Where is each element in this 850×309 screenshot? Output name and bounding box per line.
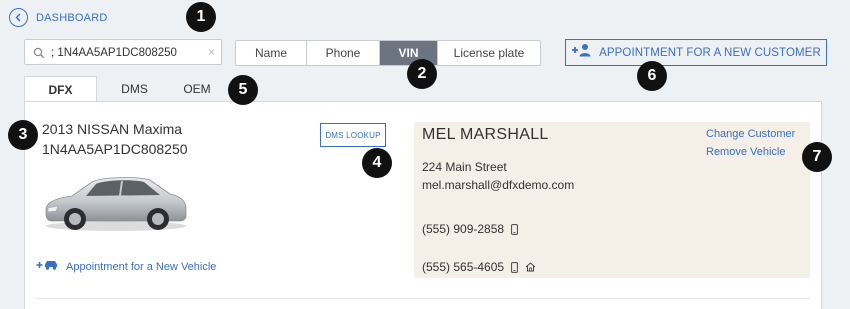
search-icon	[33, 46, 45, 64]
callout-badge-3: 3	[8, 120, 38, 150]
back-label: DASHBOARD	[36, 11, 108, 24]
change-customer-link[interactable]: Change Customer	[706, 128, 795, 140]
chevron-left-icon	[9, 8, 28, 27]
mobile-phone-icon	[511, 223, 518, 235]
remove-vehicle-link[interactable]: Remove Vehicle	[706, 146, 786, 158]
customer-address: 224 Main Street	[422, 160, 507, 174]
dms-lookup-button[interactable]: DMS LOOKUP	[320, 123, 386, 147]
back-to-dashboard-link[interactable]: DASHBOARD	[9, 8, 107, 27]
source-tabs: DFX DMS OEM	[24, 76, 222, 102]
tab-dfx[interactable]: DFX	[24, 76, 97, 102]
new-customer-appointment-label: APPOINTMENT FOR A NEW CUSTOMER	[599, 46, 821, 59]
home-icon	[525, 262, 536, 272]
new-customer-appointment-button[interactable]: APPOINTMENT FOR A NEW CUSTOMER	[565, 39, 827, 66]
section-divider	[36, 298, 810, 299]
clear-search-icon[interactable]: ×	[208, 45, 215, 59]
callout-badge-4: 4	[362, 148, 392, 178]
callout-badge-5: 5	[228, 75, 258, 105]
customer-phone-row: (555) 909-2858	[422, 222, 518, 236]
customer-phone-1: (555) 909-2858	[422, 222, 505, 236]
search-by-license-plate-option[interactable]: License plate	[437, 41, 540, 65]
customer-email: mel.marshall@dfxdemo.com	[422, 178, 575, 192]
customer-card: MEL MARSHALL 224 Main Street mel.marshal…	[414, 122, 810, 278]
tab-dms[interactable]: DMS	[97, 76, 172, 102]
callout-badge-7: 7	[802, 142, 832, 172]
callout-badge-1: 1	[186, 2, 216, 32]
new-vehicle-appointment-link[interactable]: Appointment for a New Vehicle	[36, 258, 216, 276]
customer-name: MEL MARSHALL	[422, 126, 549, 143]
vehicle-vin: 1N4AA5AP1DC808250	[42, 141, 188, 157]
search-by-segmented-control: Name Phone VIN License plate	[235, 40, 541, 66]
tab-oem[interactable]: OEM	[172, 76, 222, 102]
search-box: ×	[24, 39, 222, 65]
search-by-name-option[interactable]: Name	[236, 41, 306, 65]
search-input[interactable]	[51, 44, 201, 61]
mobile-phone-icon	[511, 261, 518, 273]
vehicle-name: 2013 NISSAN Maxima	[42, 121, 183, 137]
search-by-phone-option[interactable]: Phone	[306, 41, 379, 65]
vehicle-image	[40, 168, 190, 239]
add-person-icon	[571, 43, 591, 62]
customer-phone-2: (555) 565-4605	[422, 260, 505, 274]
customer-phone-row: (555) 565-4605	[422, 260, 536, 274]
new-vehicle-appointment-label: Appointment for a New Vehicle	[66, 261, 217, 273]
add-car-icon	[36, 258, 60, 276]
callout-badge-6: 6	[637, 61, 667, 91]
callout-badge-2: 2	[407, 59, 437, 89]
